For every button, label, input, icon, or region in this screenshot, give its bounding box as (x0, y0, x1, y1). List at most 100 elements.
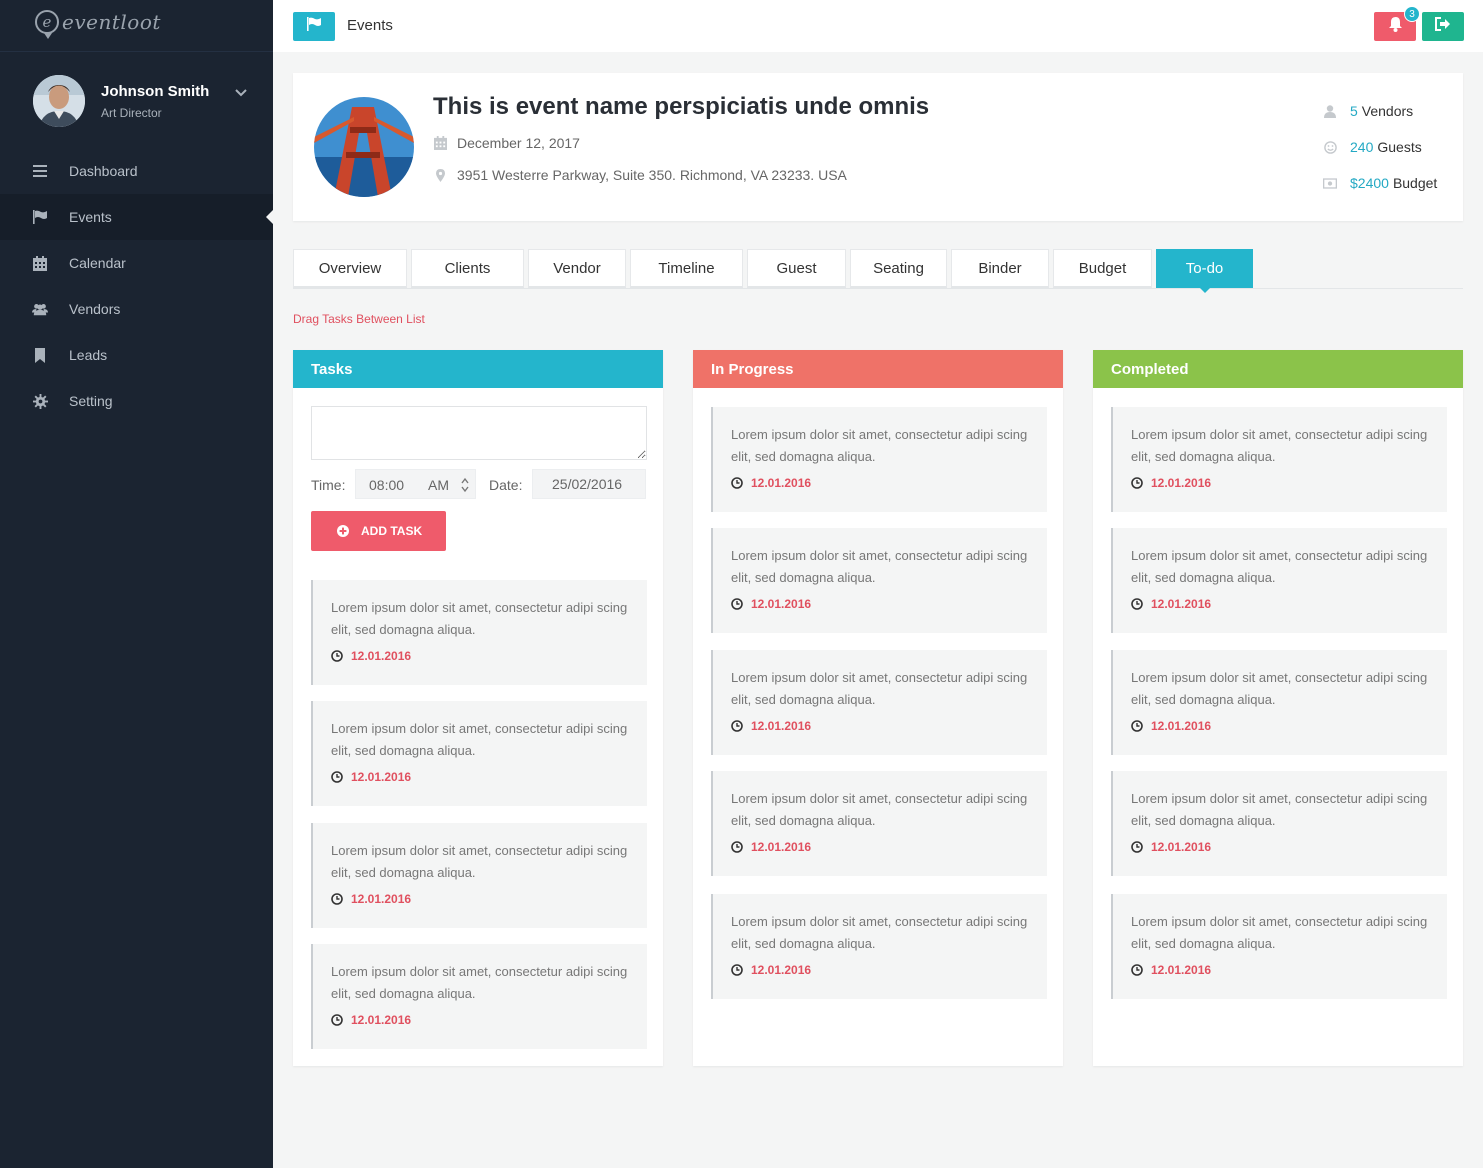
clock-icon (331, 1014, 343, 1026)
sidebar-item-setting[interactable]: Setting (0, 378, 273, 424)
stat-guests: 240 Guests (1323, 129, 1463, 165)
task-date-text: 12.01.2016 (1151, 476, 1212, 490)
task-card[interactable]: Lorem ipsum dolor sit amet, consectetur … (311, 580, 647, 685)
bookmark-icon (32, 347, 48, 363)
time-label: Time: (311, 477, 346, 493)
tab-timeline[interactable]: Timeline (630, 249, 743, 288)
menu-icon (32, 163, 48, 179)
task-card[interactable]: Lorem ipsum dolor sit amet, consectetur … (1111, 528, 1447, 633)
sidebar-item-label: Events (69, 209, 112, 225)
time-input[interactable]: 08:00 AM (355, 469, 476, 499)
task-date-text: 12.01.2016 (351, 770, 412, 784)
sidebar-item-vendors[interactable]: Vendors (0, 286, 273, 332)
event-summary-card: This is event name perspiciatis unde omn… (293, 73, 1463, 221)
task-date: 12.01.2016 (731, 476, 1029, 490)
date-input[interactable]: 25/02/2016 (532, 469, 646, 499)
task-card[interactable]: Lorem ipsum dolor sit amet, consectetur … (1111, 407, 1447, 512)
task-card[interactable]: Lorem ipsum dolor sit amet, consectetur … (711, 894, 1047, 999)
task-text: Lorem ipsum dolor sit amet, consectetur … (1131, 548, 1428, 585)
stat-label: Vendors (1361, 103, 1414, 119)
stat-label: Guests (1377, 139, 1422, 155)
event-tabs: Overview Clients Vendor Timeline Guest S… (293, 249, 1463, 293)
clock-icon (1131, 720, 1143, 732)
sidebar-item-events[interactable]: Events (0, 194, 273, 240)
task-card[interactable]: Lorem ipsum dolor sit amet, consectetur … (711, 650, 1047, 755)
calendar-icon (433, 136, 447, 150)
task-date: 12.01.2016 (1131, 963, 1429, 977)
sidebar-item-label: Calendar (69, 255, 126, 271)
brand-name: eventloot (62, 10, 161, 34)
chevron-down-icon[interactable] (233, 85, 249, 101)
brand-logo[interactable]: e eventloot (35, 6, 161, 39)
time-value: 08:00 (369, 477, 405, 493)
task-card[interactable]: Lorem ipsum dolor sit amet, consectetur … (1111, 771, 1447, 876)
clock-icon (731, 477, 743, 489)
smile-icon (1323, 140, 1337, 154)
stat-label: Budget (1392, 175, 1438, 191)
task-date: 12.01.2016 (1131, 840, 1429, 854)
spinner-icon[interactable] (460, 476, 470, 494)
user-role: Art Director (101, 106, 162, 120)
clock-icon (731, 598, 743, 610)
clock-icon (331, 893, 343, 905)
task-card[interactable]: Lorem ipsum dolor sit amet, consectetur … (311, 701, 647, 806)
task-date: 12.01.2016 (731, 963, 1029, 977)
add-task-label: ADD TASK (361, 524, 423, 538)
sidebar-item-calendar[interactable]: Calendar (0, 240, 273, 286)
time-period: AM (428, 477, 449, 493)
task-date-text: 12.01.2016 (751, 476, 812, 490)
tab-clients[interactable]: Clients (411, 249, 524, 288)
task-text: Lorem ipsum dolor sit amet, consectetur … (731, 548, 1028, 585)
task-date: 12.01.2016 (331, 892, 629, 906)
task-card[interactable]: Lorem ipsum dolor sit amet, consectetur … (711, 771, 1047, 876)
task-date: 12.01.2016 (1131, 597, 1429, 611)
task-date-text: 12.01.2016 (1151, 840, 1212, 854)
task-card[interactable]: Lorem ipsum dolor sit amet, consectetur … (1111, 894, 1447, 999)
sidebar-divider (0, 51, 273, 52)
task-card[interactable]: Lorem ipsum dolor sit amet, consectetur … (1111, 650, 1447, 755)
sidebar-item-leads[interactable]: Leads (0, 332, 273, 378)
sign-out-icon (1435, 17, 1451, 36)
map-marker-icon (433, 168, 447, 182)
tab-budget[interactable]: Budget (1053, 249, 1152, 288)
task-date-text: 12.01.2016 (1151, 963, 1212, 977)
top-bar: Events 3 (273, 0, 1483, 52)
logout-button[interactable] (1422, 12, 1464, 41)
task-text: Lorem ipsum dolor sit amet, consectetur … (731, 791, 1028, 828)
task-text: Lorem ipsum dolor sit amet, consectetur … (331, 600, 628, 637)
flag-button[interactable] (293, 12, 335, 41)
task-date-text: 12.01.2016 (351, 892, 412, 906)
gear-icon (32, 393, 48, 409)
task-date-text: 12.01.2016 (351, 1013, 412, 1027)
tab-vendor[interactable]: Vendor (528, 249, 626, 288)
notification-badge: 3 (1404, 6, 1420, 22)
column-header: Completed (1093, 350, 1463, 388)
task-card[interactable]: Lorem ipsum dolor sit amet, consectetur … (311, 944, 647, 1049)
clock-icon (331, 650, 343, 662)
logo-pin-icon: e (35, 10, 59, 39)
tab-binder[interactable]: Binder (951, 249, 1049, 288)
bell-icon (1388, 16, 1403, 37)
tab-guest[interactable]: Guest (747, 249, 846, 288)
money-icon (1323, 176, 1337, 190)
task-date-text: 12.01.2016 (351, 649, 412, 663)
column-header: Tasks (293, 350, 663, 388)
tab-overview[interactable]: Overview (293, 249, 407, 288)
task-date-text: 12.01.2016 (751, 719, 812, 733)
new-task-input[interactable] (311, 406, 647, 460)
stat-vendors: 5 Vendors (1323, 93, 1463, 129)
tab-to-do[interactable]: To-do (1156, 249, 1253, 293)
add-task-button[interactable]: ADD TASK (311, 511, 446, 551)
clock-icon (1131, 841, 1143, 853)
task-date-text: 12.01.2016 (751, 597, 812, 611)
task-time-date-row: Time: 08:00 AM Date: 25/02/2016 (311, 469, 647, 499)
task-card[interactable]: Lorem ipsum dolor sit amet, consectetur … (311, 823, 647, 928)
sidebar-item-dashboard[interactable]: Dashboard (0, 148, 273, 194)
task-card[interactable]: Lorem ipsum dolor sit amet, consectetur … (711, 407, 1047, 512)
stat-value: 5 (1350, 103, 1358, 119)
task-card[interactable]: Lorem ipsum dolor sit amet, consectetur … (711, 528, 1047, 633)
task-date: 12.01.2016 (331, 770, 629, 784)
flag-icon (32, 209, 48, 225)
tab-seating[interactable]: Seating (850, 249, 947, 288)
user-profile[interactable]: Johnson Smith Art Director (33, 75, 253, 127)
